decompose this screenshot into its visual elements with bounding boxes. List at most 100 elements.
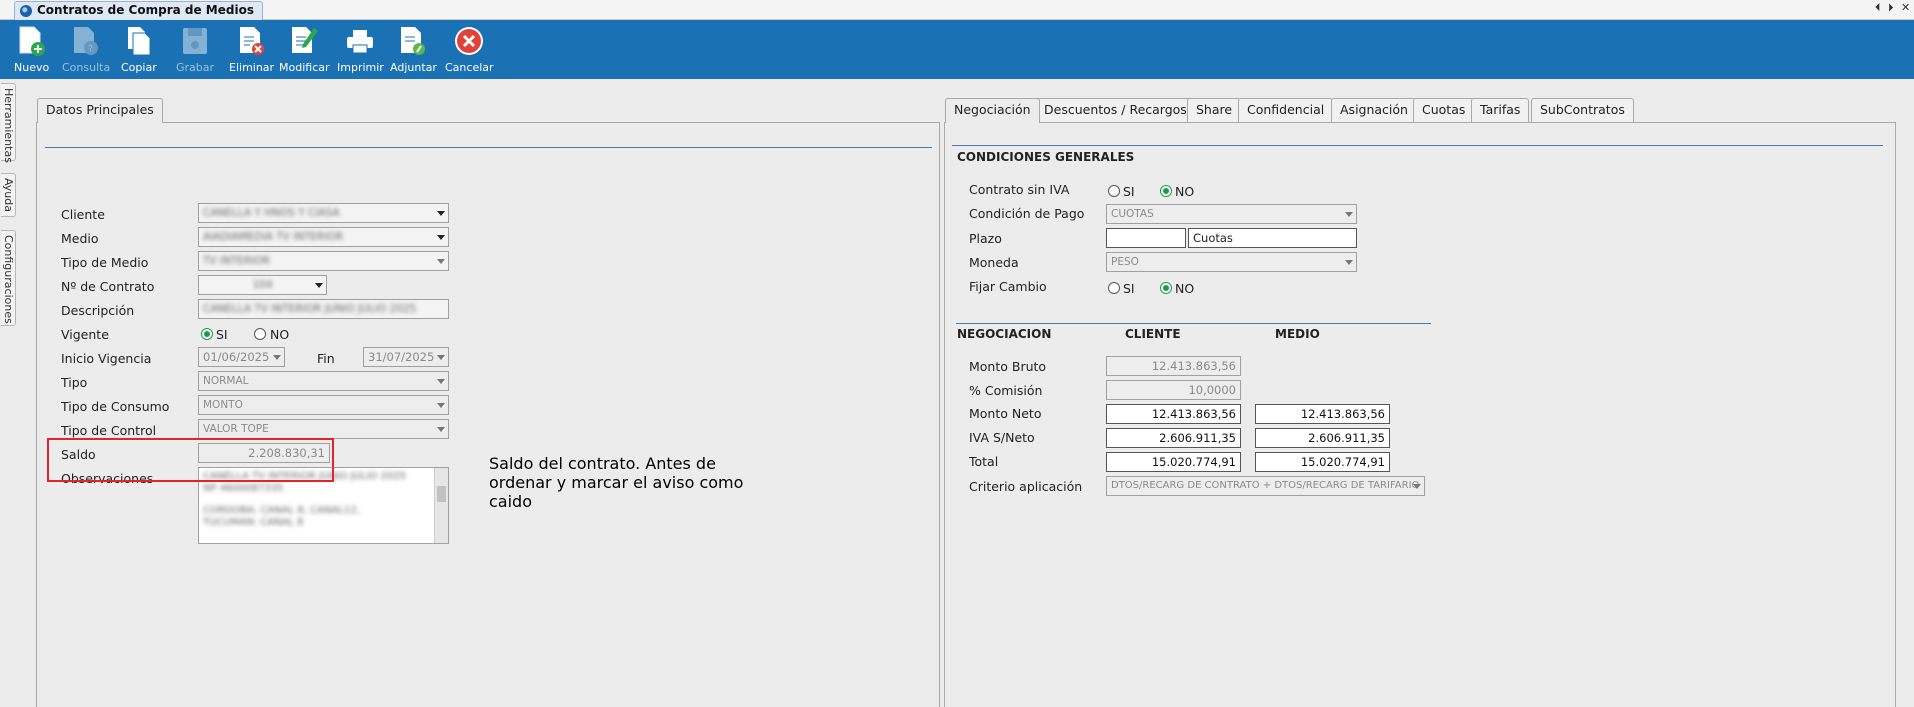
query-document-icon: ?	[69, 23, 103, 59]
side-tab-configuraciones[interactable]: Configuraciones	[1, 230, 16, 326]
tab-subcontratos[interactable]: SubContratos	[1531, 98, 1634, 122]
chevron-down-icon	[315, 283, 323, 288]
moneda-select[interactable]: PESO	[1106, 252, 1357, 272]
descripcion-label: Descripción	[61, 303, 135, 318]
side-tab-label: Ayuda	[2, 178, 15, 212]
total-medio: 15.020.774,91	[1255, 452, 1390, 472]
tab-descuentos-recargos[interactable]: Descuentos / Recargos	[1035, 98, 1196, 122]
divider	[956, 323, 1431, 324]
condicion-pago-label: Condición de Pago	[969, 206, 1085, 221]
app-icon	[20, 5, 32, 17]
divider	[952, 145, 1883, 146]
modificar-label: Modificar	[279, 61, 330, 74]
scroll-right-icon[interactable]: ⏵	[1888, 1, 1894, 15]
sin-iva-si-radio[interactable]	[1108, 185, 1120, 197]
condicion-pago-select[interactable]: CUOTAS	[1106, 204, 1357, 224]
fijar-cambio-label: Fijar Cambio	[969, 279, 1047, 294]
tipo-select[interactable]: NORMAL	[198, 371, 449, 391]
copiar-label: Copiar	[121, 61, 157, 74]
vigente-no-radio[interactable]	[254, 328, 266, 340]
plazo-label: Plazo	[969, 231, 1002, 246]
tab-asignacion[interactable]: Asignación	[1331, 98, 1417, 122]
cliente-select[interactable]: CANELLA Y HNOS Y CIASA	[198, 203, 449, 223]
annotation-text: Saldo del contrato. Antes de ordenar y m…	[489, 454, 744, 511]
vigente-no-label: NO	[270, 327, 290, 342]
scroll-left-icon[interactable]: ⏴	[1875, 1, 1881, 15]
edit-document-icon	[287, 23, 321, 59]
imprimir-label: Imprimir	[337, 61, 384, 74]
sin-iva-no-radio[interactable]	[1160, 185, 1172, 197]
cliente-label: Cliente	[61, 207, 105, 222]
sin-iva-si-label: SI	[1123, 184, 1135, 199]
document-tab[interactable]: Contratos de Compra de Medios	[14, 1, 263, 20]
total-label: Total	[969, 454, 999, 469]
chevron-down-icon	[437, 211, 445, 216]
comision-cliente: 10,0000	[1106, 380, 1241, 400]
consulta-label: Consulta	[62, 61, 111, 74]
inicio-vigencia-date[interactable]: 01/06/2025	[198, 347, 285, 367]
side-tab-ayuda[interactable]: Ayuda	[1, 173, 16, 217]
descripcion-field[interactable]: CANELLA TV INTERIOR JUNIO JULIO 2025	[198, 299, 449, 319]
condiciones-heading: CONDICIONES GENERALES	[957, 150, 1135, 164]
tipo-medio-label: Tipo de Medio	[61, 255, 149, 270]
contrato-sin-iva-label: Contrato sin IVA	[969, 182, 1070, 197]
total-cliente: 15.020.774,91	[1106, 452, 1241, 472]
printer-icon	[343, 23, 377, 59]
tab-share[interactable]: Share	[1187, 98, 1242, 122]
eliminar-button[interactable]: Eliminar	[229, 23, 274, 77]
adjuntar-label: Adjuntar	[390, 61, 437, 74]
side-tab-herramientas[interactable]: Herramientas	[1, 83, 16, 163]
fijar-cambio-no-radio[interactable]	[1160, 282, 1172, 294]
cancelar-button[interactable]: Cancelar	[445, 23, 494, 77]
medio-label: Medio	[61, 231, 99, 246]
attach-document-icon	[396, 23, 430, 59]
fin-date[interactable]: 31/07/2025	[363, 347, 449, 367]
side-tab-strip: Herramientas Ayuda Configuraciones	[0, 79, 18, 707]
medio-select[interactable]: AIADIAMEDIA TV INTERIOR	[198, 227, 449, 247]
scrollbar[interactable]	[434, 468, 448, 543]
window-title: Contratos de Compra de Medios	[37, 3, 254, 17]
eliminar-label: Eliminar	[229, 61, 275, 74]
col-medio-heading: MEDIO	[1275, 327, 1320, 341]
chevron-down-icon	[437, 403, 445, 408]
monto-bruto-cliente: 12.413.863,56	[1106, 356, 1241, 376]
plazo-unit-field: Cuotas	[1188, 228, 1357, 248]
inicio-vigencia-label: Inicio Vigencia	[61, 351, 152, 366]
nro-contrato-select[interactable]: 104	[198, 275, 327, 295]
vigente-label: Vigente	[61, 327, 109, 342]
tab-confidencial[interactable]: Confidencial	[1238, 98, 1334, 122]
tipo-control-label: Tipo de Control	[61, 423, 157, 438]
modificar-button[interactable]: Modificar	[279, 23, 330, 77]
nuevo-button[interactable]: Nuevo	[14, 23, 49, 77]
negociacion-heading: NEGOCIACION	[957, 327, 1052, 341]
svg-text:?: ?	[88, 44, 93, 55]
fijar-cambio-si-radio[interactable]	[1108, 282, 1120, 294]
fin-label: Fin	[317, 351, 335, 366]
tipo-medio-select[interactable]: TV INTERIOR	[198, 251, 449, 271]
chevron-down-icon	[273, 355, 281, 360]
grabar-button[interactable]: Grabar	[176, 23, 214, 77]
iva-cliente: 2.606.911,35	[1106, 428, 1241, 448]
chevron-down-icon	[1345, 212, 1353, 217]
criterio-label: Criterio aplicación	[969, 479, 1083, 494]
chevron-down-icon	[437, 379, 445, 384]
scrollbar-thumb[interactable]	[437, 486, 446, 502]
vigente-si-radio[interactable]	[201, 328, 213, 340]
tab-datos-principales[interactable]: Datos Principales	[37, 98, 163, 123]
tab-cuotas[interactable]: Cuotas	[1413, 98, 1475, 122]
consulta-button[interactable]: ? Consulta	[62, 23, 110, 77]
chevron-down-icon	[437, 427, 445, 432]
close-window-icon[interactable]: ✕	[1901, 1, 1910, 15]
adjuntar-button[interactable]: Adjuntar	[390, 23, 437, 77]
criterio-select[interactable]: DTOS/RECARG DE CONTRATO + DTOS/RECARG DE…	[1106, 476, 1425, 496]
tab-negociacion[interactable]: Negociación	[945, 98, 1040, 123]
tab-tarifas[interactable]: Tarifas	[1471, 98, 1530, 122]
side-tab-label: Herramientas	[2, 88, 15, 163]
tipo-control-select[interactable]: VALOR TOPE	[198, 419, 449, 439]
plazo-input[interactable]	[1106, 228, 1186, 248]
monto-neto-cliente: 12.413.863,56	[1106, 404, 1241, 424]
copiar-button[interactable]: Copiar	[121, 23, 157, 77]
vigente-si-label: SI	[216, 327, 228, 342]
imprimir-button[interactable]: Imprimir	[337, 23, 384, 77]
tipo-consumo-select[interactable]: MONTO	[198, 395, 449, 415]
